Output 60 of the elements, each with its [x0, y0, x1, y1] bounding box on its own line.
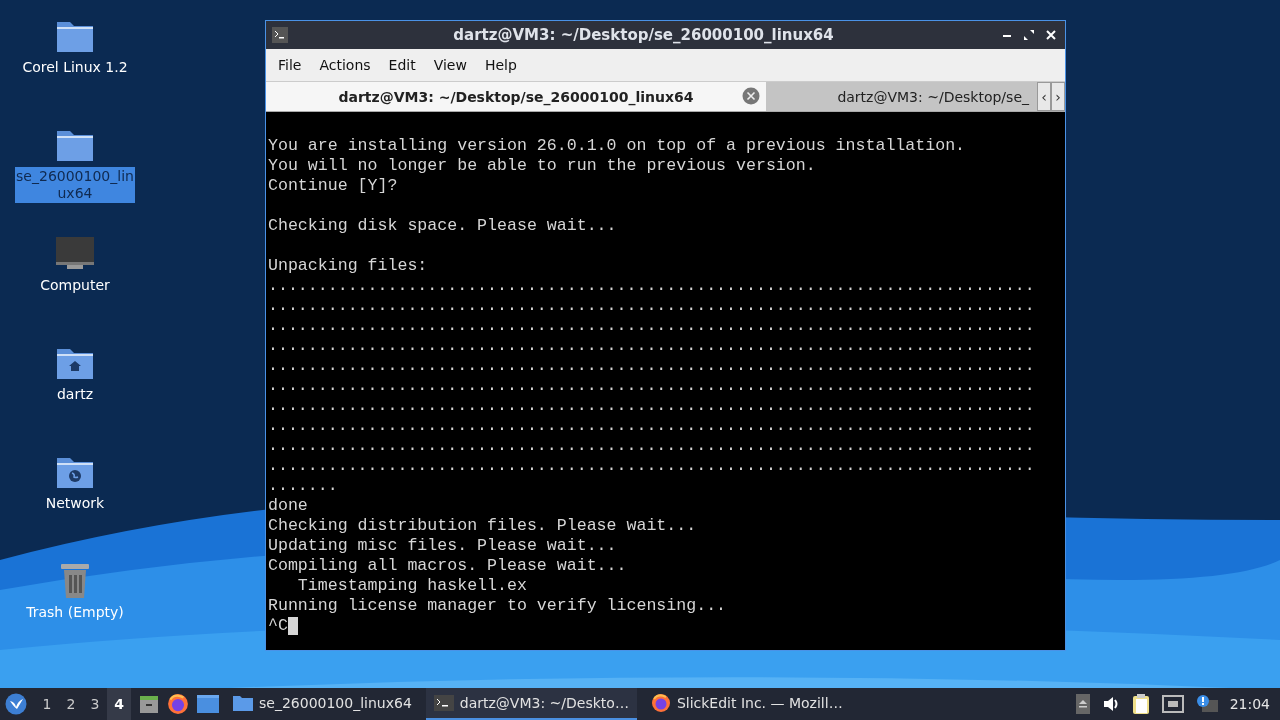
tab-scroll-button[interactable]: ‹: [1037, 82, 1051, 111]
terminal-line: Running license manager to verify licensing...: [268, 596, 727, 616]
speaker-icon[interactable]: [1101, 695, 1120, 713]
terminal-line: .............................................................................: [268, 436, 1035, 456]
tab[interactable]: dartz@VM3: ~/Desktop/se_26000100_linux64: [266, 82, 766, 111]
terminal-line: .......: [268, 476, 338, 496]
terminal-line: Continue [Y]?: [268, 176, 398, 196]
folder-icon: [233, 695, 253, 711]
terminal-line: Checking disk space. Please wait...: [268, 216, 617, 236]
menu-item[interactable]: Edit: [380, 53, 424, 77]
terminal-line: .............................................................................: [268, 416, 1035, 436]
desktop-icon-label[interactable]: Computer: [15, 276, 135, 295]
terminal-line: .............................................................................: [268, 356, 1035, 376]
terminal-line: You are installing version 26.0.1.0 on top of a previous installation.: [268, 136, 966, 156]
desktop-icon-label[interactable]: Corel Linux 1.2: [15, 58, 135, 77]
terminal-icon: [272, 27, 288, 43]
workspace-button[interactable]: 4: [107, 688, 131, 720]
desktop-icon-label[interactable]: dartz: [15, 385, 135, 404]
firefox-icon: [650, 693, 671, 713]
tab[interactable]: dartz@VM3: ~/Desktop/se_: [766, 82, 1037, 111]
menu-item[interactable]: View: [425, 53, 475, 77]
monitor-icon: [55, 236, 95, 272]
terminal-line: .............................................................................: [268, 396, 1035, 416]
terminal-line: done: [268, 496, 308, 516]
maximize-icon[interactable]: [1021, 27, 1037, 43]
desktop-icon-label[interactable]: se_26000100_linux64: [15, 167, 135, 203]
terminal-line: Updating misc files. Please wait...: [268, 536, 617, 556]
terminal-line: Compiling all macros. Please wait...: [268, 556, 627, 576]
file-cabinet-icon[interactable]: [139, 694, 159, 714]
terminal-line: ^C: [268, 616, 288, 636]
clipboard-icon[interactable]: [1131, 693, 1150, 715]
notification-icon[interactable]: [1195, 694, 1218, 714]
terminal-line: .............................................................................: [268, 276, 1035, 296]
menu-item[interactable]: Actions: [311, 53, 379, 77]
task-button[interactable]: SlickEdit Inc. — Mozill…: [642, 688, 851, 720]
workspace-button[interactable]: 2: [59, 688, 83, 720]
workspace-button[interactable]: 3: [83, 688, 107, 720]
terminal-line: .............................................................................: [268, 296, 1035, 316]
terminal-line: Unpacking files:: [268, 256, 428, 276]
task-button[interactable]: dartz@VM3: ~/Deskto…: [425, 688, 637, 720]
network-icon[interactable]: [1161, 695, 1184, 713]
tab-scroll-button[interactable]: ›: [1051, 82, 1065, 111]
text-cursor: [287, 617, 298, 635]
task-button[interactable]: se_26000100_linux64: [225, 688, 420, 720]
window-title: dartz@VM3: ~/Desktop/se_26000100_linux64: [452, 26, 835, 44]
terminal-line: .............................................................................: [268, 316, 1035, 336]
terminal-line: Timestamping haskell.ex: [296, 576, 527, 596]
terminal-line: .............................................................................: [268, 376, 1035, 396]
desktop-icon-label[interactable]: Network: [15, 494, 135, 513]
clock: 21:04: [1229, 696, 1270, 712]
firefox-icon[interactable]: [167, 693, 189, 715]
terminal-icon: [433, 695, 454, 711]
menu-item[interactable]: File: [270, 53, 310, 77]
terminal-line: .............................................................................: [268, 336, 1035, 356]
workspace-button[interactable]: 1: [35, 688, 59, 720]
menu-item[interactable]: Help: [476, 53, 525, 77]
terminal-line: You will no longer be able to run the previous version.: [268, 156, 816, 176]
terminal-line: .............................................................................: [268, 456, 1035, 476]
terminal-line: Checking distribution files. Please wait...: [268, 516, 697, 536]
eject-icon[interactable]: [1075, 694, 1090, 714]
